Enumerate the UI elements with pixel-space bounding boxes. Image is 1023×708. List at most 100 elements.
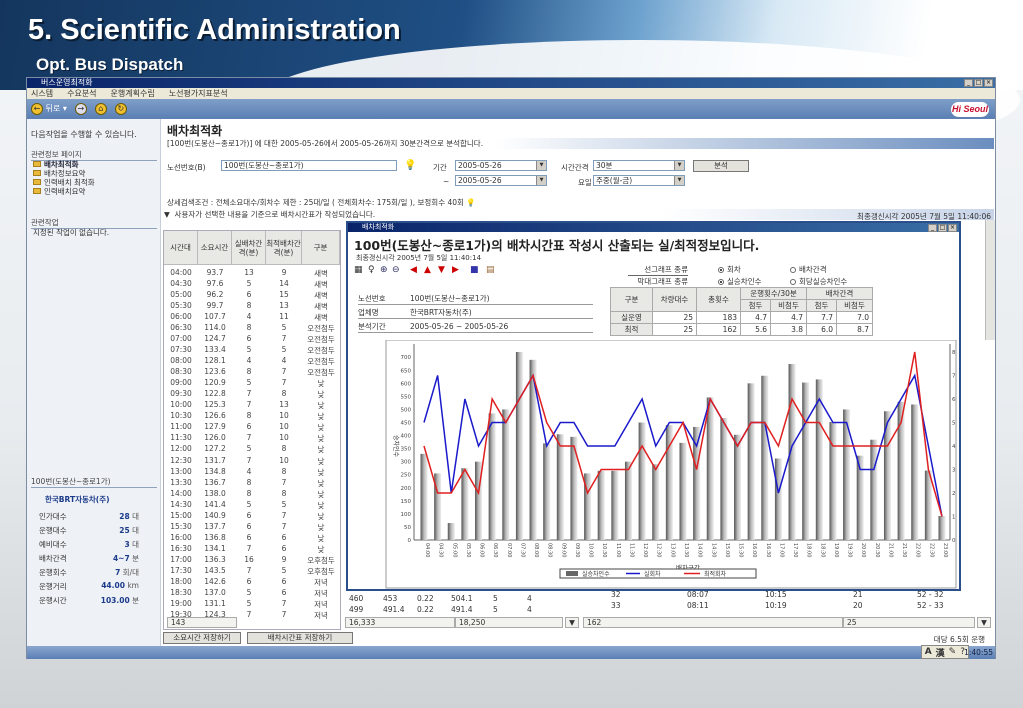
zoom-in-icon[interactable]: ⊕: [380, 265, 388, 275]
bar: [597, 470, 605, 540]
minimize-button[interactable]: _: [964, 79, 973, 87]
table-icon[interactable]: ▦: [354, 265, 363, 275]
interval-select[interactable]: 30분 ▼: [593, 160, 685, 171]
table-row[interactable]: 08:00 128.1 4 4 오전첨두: [164, 356, 340, 367]
col-header[interactable]: 실배차간격(분): [232, 231, 266, 265]
forward-icon[interactable]: →: [74, 103, 87, 115]
table-row[interactable]: 07:00 124.7 6 7 오전첨두: [164, 334, 340, 345]
bus-stat: 운행시간 103.00 분: [39, 596, 139, 605]
table-row[interactable]: 18:00 142.6 6 6 저녁: [164, 577, 340, 588]
table-row[interactable]: 09:30 122.8 7 8 낮: [164, 389, 340, 400]
save-time-button[interactable]: 소요시간 저장하기: [163, 632, 241, 644]
day-select[interactable]: 주중(월-금) ▼: [593, 175, 685, 186]
table-row[interactable]: 13:30 136.7 8 7 낮: [164, 478, 340, 489]
table-row[interactable]: 06:00 107.7 4 11 새벽: [164, 312, 340, 323]
period-to-select[interactable]: 2005-05-26 ▼: [455, 175, 547, 186]
menu-eval[interactable]: 노선평가지표분석: [169, 88, 228, 99]
x-tick-label: 13:00: [669, 543, 675, 557]
table-row[interactable]: 10:00 125.3 7 13 낮: [164, 400, 340, 411]
col-header[interactable]: 구분: [302, 231, 340, 265]
scrollbar[interactable]: [985, 220, 995, 340]
close-button[interactable]: ×: [948, 224, 957, 232]
tilde: ~: [443, 177, 450, 186]
table-row[interactable]: 17:00 136.3 16 9 오후첨두: [164, 555, 340, 566]
bar: [734, 434, 742, 540]
x-tick-label: 19:00: [833, 543, 839, 557]
x-tick-label: 11:00: [615, 543, 621, 557]
table-cell: 7: [246, 389, 252, 399]
menu-system[interactable]: 시스템: [31, 88, 53, 99]
col-header[interactable]: 최적배차간격(분): [266, 231, 302, 265]
radio-passengers[interactable]: 실승차인수: [718, 276, 762, 287]
close-button[interactable]: ×: [984, 79, 993, 87]
table-row[interactable]: 04:30 97.6 5 14 새벽: [164, 279, 340, 290]
menu-plan[interactable]: 운행계획수립: [111, 88, 155, 99]
scroll-down-button[interactable]: ▼: [565, 617, 579, 628]
analyze-button[interactable]: 분석: [693, 160, 749, 172]
scroll-down-button[interactable]: ▼: [977, 617, 991, 628]
route-input[interactable]: 100번(도봉산~종로1가): [221, 160, 397, 171]
chevron-down-icon: ▼: [536, 176, 546, 185]
table-cell: 5: [246, 279, 252, 289]
table-cell: 52 - 32: [917, 590, 944, 599]
table-row[interactable]: 13:00 134.8 4 8 낮: [164, 467, 340, 478]
table-row[interactable]: 10:30 126.6 8 10 낮: [164, 411, 340, 422]
y-tick-label: 100: [401, 512, 412, 518]
table-row[interactable]: 05:30 99.7 8 13 새벽: [164, 301, 340, 312]
arrow-up-icon[interactable]: ▲: [424, 265, 431, 275]
bar: [556, 434, 564, 540]
col-header[interactable]: 시간대: [164, 231, 198, 265]
table-row[interactable]: 11:00 127.9 6 10 낮: [164, 422, 340, 433]
menu-demand[interactable]: 수요분석: [67, 88, 96, 99]
radio-passengers-per-run[interactable]: 회당실승차인수: [790, 276, 847, 287]
minimize-button[interactable]: _: [928, 224, 937, 232]
table-cell: 11:30: [170, 433, 192, 443]
window-titlebar: 버스운영최적화 _ □ ×: [27, 78, 995, 88]
arrow-down-icon[interactable]: ▼: [438, 265, 445, 275]
table-row[interactable]: 07:30 133.4 5 5 오전첨두: [164, 345, 340, 356]
table-row[interactable]: 17:30 143.5 7 5 오후첨두: [164, 566, 340, 577]
table-row[interactable]: 08:30 123.6 8 7 오전첨두: [164, 367, 340, 378]
col-header[interactable]: 소요시간: [198, 231, 232, 265]
maximize-button[interactable]: □: [974, 79, 983, 87]
table-row[interactable]: 09:00 120.9 5 7 낮: [164, 378, 340, 389]
arrow-left-icon[interactable]: ◀: [410, 265, 417, 275]
save-schedule-button[interactable]: 배차시간표 저장하기: [247, 632, 353, 644]
maximize-button[interactable]: □: [938, 224, 947, 232]
table-row[interactable]: 12:00 127.2 5 8 낮: [164, 444, 340, 455]
table-row[interactable]: 16:00 136.8 6 6 낮: [164, 533, 340, 544]
route-name: 100번(도봉산~종로1가): [31, 476, 157, 488]
table-row[interactable]: 16:30 134.1 7 6 낮: [164, 544, 340, 555]
link-staff-summary[interactable]: 인력배치요약: [33, 186, 85, 197]
table-row[interactable]: 14:00 138.0 8 8 낮: [164, 489, 340, 500]
ime-toolbar[interactable]: A 漢 ✎?: [920, 645, 969, 659]
ime-hanja[interactable]: 漢: [936, 646, 945, 659]
table-row[interactable]: 15:30 137.7 6 7 낮: [164, 522, 340, 533]
table-row[interactable]: 05:00 96.2 6 15 새벽: [164, 290, 340, 301]
back-button[interactable]: ← 뒤로 ▾: [31, 103, 67, 115]
x-tick-label: 08:00: [533, 543, 539, 557]
radio-interval[interactable]: 배차간격: [790, 264, 827, 275]
lightbulb-icon[interactable]: ♀: [368, 265, 375, 275]
lightbulb-icon[interactable]: 💡: [404, 160, 416, 171]
table-row[interactable]: 18:30 137.0 5 6 저녁: [164, 588, 340, 599]
table-row[interactable]: 15:00 140.9 6 7 낮: [164, 511, 340, 522]
refresh-icon[interactable]: ↻: [114, 103, 127, 115]
home-icon[interactable]: ⌂: [94, 103, 107, 115]
table-row[interactable]: 19:00 131.1 5 7 저녁: [164, 599, 340, 610]
save-icon[interactable]: ■: [470, 265, 479, 275]
table-cell: 136.8: [204, 532, 226, 542]
table-row[interactable]: 04:00 93.7 13 9 새벽: [164, 268, 340, 279]
table-row[interactable]: 11:30 126.0 7 10 낮: [164, 433, 340, 444]
print-icon[interactable]: ▤: [486, 265, 495, 275]
table-row[interactable]: 14:30 141.4 5 5 낮: [164, 500, 340, 511]
table-row[interactable]: 12:30 131.7 7 10 낮: [164, 456, 340, 467]
zoom-out-icon[interactable]: ⊖: [392, 265, 400, 275]
radio-runs[interactable]: 회차: [718, 264, 741, 275]
table-cell: 낮: [317, 412, 325, 422]
bar: [706, 397, 714, 540]
period-from-select[interactable]: 2005-05-26 ▼: [455, 160, 547, 171]
table-row[interactable]: 06:30 114.0 8 5 오전첨두: [164, 323, 340, 334]
arrow-right-icon[interactable]: ▶: [452, 265, 459, 275]
ime-mode[interactable]: A: [925, 647, 932, 657]
